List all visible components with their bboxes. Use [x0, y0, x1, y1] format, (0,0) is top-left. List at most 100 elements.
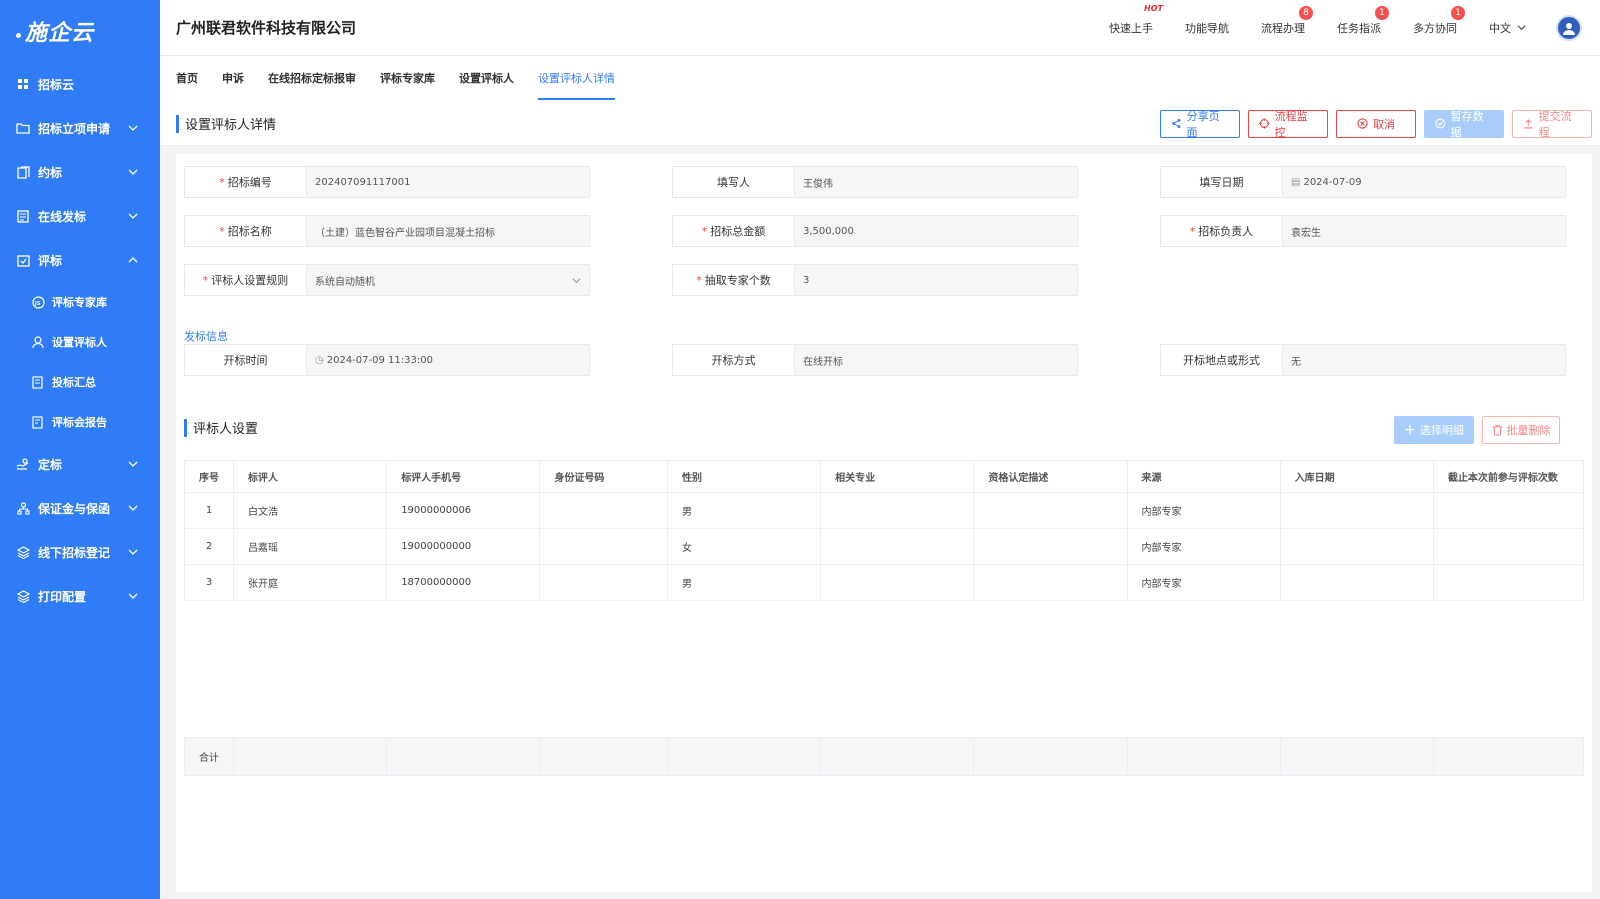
tab-online-review[interactable]: 在线招标定标报审 [268, 56, 356, 102]
cell-name: 张开庭 [233, 564, 388, 601]
bid-no-input[interactable]: 202407091117001 [307, 167, 589, 197]
field-label-text: 招标编号 [227, 176, 272, 189]
field-label-text: 开标时间 [223, 354, 268, 367]
bid-no-field: * 招标编号 202407091117001 [184, 166, 590, 198]
chevron-down-icon [128, 125, 138, 131]
evaluator-table: 序号 标评人 标评人手机号 身份证号码 性别 相关专业 资格认定描述 来源 入库… [183, 460, 1585, 776]
cell-qualification [973, 492, 1128, 529]
form-content: * 招标编号 202407091117001 填写人 王俊伟 填写日期 ▤ 2024… [176, 154, 1592, 892]
sidebar-item-dingbiao[interactable]: 定标 [0, 442, 160, 486]
table-total-row: 合计 [183, 737, 1585, 776]
sidebar-item-pingbiao[interactable]: 评标 [0, 238, 160, 282]
sidebar-subitem-bid-summary[interactable]: 投标汇总 [0, 362, 160, 402]
sidebar-item-print-config[interactable]: 打印配置 [0, 574, 160, 618]
cell-gender: 男 [666, 492, 822, 529]
sidebar-item-deposit[interactable]: 保证金与保函 [0, 486, 160, 530]
function-nav-link[interactable]: 功能导航 [1185, 20, 1229, 36]
empty-cell [184, 600, 1584, 738]
open-place-input[interactable]: 无 [1283, 345, 1565, 375]
required-mark: * [219, 175, 225, 189]
chevron-down-icon [1517, 25, 1526, 31]
col-header-qualification: 资格认定描述 [973, 460, 1128, 493]
field-value: 2024-07-09 [1303, 176, 1362, 188]
open-time-input[interactable]: ◷ 2024-07-09 11:33:00 [307, 345, 589, 375]
field-label-text: 抽取专家个数 [704, 274, 771, 287]
share-button[interactable]: 分享页面 [1160, 109, 1240, 139]
sidebar-item-offline-register[interactable]: 线下招标登记 [0, 530, 160, 574]
field-label-text: 招标名称 [227, 225, 272, 238]
rule-field: * 评标人设置规则 系统自动随机 [184, 264, 590, 296]
submit-button[interactable]: 提交流程 [1512, 109, 1592, 139]
sidebar-item-online-publish[interactable]: 在线发标 [0, 194, 160, 238]
avatar[interactable] [1556, 14, 1582, 41]
submit-button-label: 提交流程 [1538, 109, 1572, 139]
cell-idcard [539, 564, 668, 601]
document-icon [16, 209, 30, 223]
task-assign-label: 任务指派 [1337, 21, 1381, 35]
cancel-button[interactable]: 取消 [1336, 109, 1416, 138]
tab-set-evaluator-detail[interactable]: 设置评标人详情 [538, 56, 615, 102]
sidebar-item-yuebiao[interactable]: 约标 [0, 150, 160, 194]
cell-gender: 男 [666, 564, 822, 601]
sidebar-subitem-label: 评标专家库 [52, 296, 107, 309]
open-method-input[interactable]: 在线开标 [795, 345, 1077, 375]
field-label-text: 评标人设置规则 [211, 274, 289, 287]
cell-source: 内部专家 [1126, 564, 1281, 601]
monitor-button[interactable]: 流程监控 [1248, 109, 1328, 139]
tab-home[interactable]: 首页 [176, 56, 198, 102]
quick-start-link[interactable]: 快速上手 HOT [1109, 4, 1163, 36]
amount-input[interactable]: 3,500,000 [795, 216, 1077, 246]
rule-select[interactable]: 系统自动随机 [307, 265, 589, 295]
process-label: 流程办理 [1261, 21, 1305, 35]
logo[interactable]: 施企云 [0, 0, 160, 62]
total-cell [1432, 737, 1585, 776]
task-assign-link[interactable]: 任务指派 1 [1337, 5, 1389, 36]
writer-field: 填写人 王俊伟 [672, 166, 1078, 198]
evaluator-section-title-text: 评标人设置 [193, 422, 259, 437]
process-link[interactable]: 流程办理 8 [1261, 5, 1313, 36]
tab-expert-library[interactable]: 评标专家库 [380, 56, 435, 102]
sidebar: 施企云 招标云 招标立项申请 约标 在线发标 评标 JS 评标专家库 设置评标人… [0, 0, 160, 899]
field-label: 开标时间 [185, 345, 307, 375]
monitor-button-label: 流程监控 [1274, 109, 1308, 139]
task-count-badge: 1 [1375, 5, 1389, 20]
sidebar-subitem-set-evaluator[interactable]: 设置评标人 [0, 322, 160, 362]
expert-count-input[interactable]: 3 [795, 265, 1077, 295]
collaboration-link[interactable]: 多方协同 1 [1413, 5, 1465, 36]
cell-date [1279, 492, 1434, 529]
col-header-name: 标评人 [233, 460, 388, 493]
manager-input[interactable]: 袁宏生 [1283, 216, 1565, 246]
table-empty-area [184, 600, 1584, 738]
sidebar-item-project-apply[interactable]: 招标立项申请 [0, 106, 160, 150]
sidebar-item-zhaobiaoyun[interactable]: 招标云 [0, 62, 160, 106]
table-row[interactable]: 1 白文浩 19000000006 男 内部专家 [183, 492, 1585, 529]
table-row[interactable]: 3 张开庭 18700000000 男 内部专家 [183, 564, 1585, 601]
writer-input[interactable]: 王俊伟 [795, 167, 1077, 197]
field-label-text: 开标地点或形式 [1183, 354, 1260, 367]
tab-appeal[interactable]: 申诉 [222, 56, 244, 102]
date-input[interactable]: ▤ 2024-07-09 [1283, 167, 1565, 197]
hot-badge: HOT [1144, 3, 1163, 13]
page-titlebar: 设置评标人详情 分享页面 流程监控 取消 暂存数据 提交流程 [160, 102, 1600, 146]
tab-set-evaluator[interactable]: 设置评标人 [459, 56, 514, 102]
chevron-down-icon [128, 461, 138, 467]
batch-delete-button[interactable]: 批量删除 [1482, 416, 1560, 444]
user-settings-icon [32, 335, 45, 349]
top-header: 广州联君软件科技有限公司 快速上手 HOT 功能导航 流程办理 8 任务指派 1… [160, 0, 1600, 56]
field-label: 开标方式 [673, 345, 795, 375]
language-select[interactable]: 中文 [1489, 20, 1526, 36]
cell-date [1279, 564, 1434, 601]
chevron-down-icon [128, 593, 138, 599]
save-draft-button[interactable]: 暂存数据 [1424, 109, 1504, 139]
svg-text:JS: JS [34, 301, 41, 307]
select-detail-button[interactable]: + 选择明细 [1394, 416, 1474, 444]
sidebar-subitem-evaluation-report[interactable]: 评标会报告 [0, 402, 160, 442]
clock-icon: ◷ [315, 354, 324, 366]
required-mark: * [202, 273, 209, 287]
bid-name-input[interactable]: （土建）蓝色智谷产业园项目混凝土招标 [307, 216, 589, 246]
sidebar-subitem-expert-library[interactable]: JS 评标专家库 [0, 282, 160, 322]
table-row[interactable]: 2 吕嘉瑶 19000000000 女 内部专家 [183, 528, 1585, 565]
cell-idcard [539, 492, 668, 529]
field-value: 3,500,000 [803, 225, 854, 237]
expert-icon: JS [32, 295, 45, 309]
